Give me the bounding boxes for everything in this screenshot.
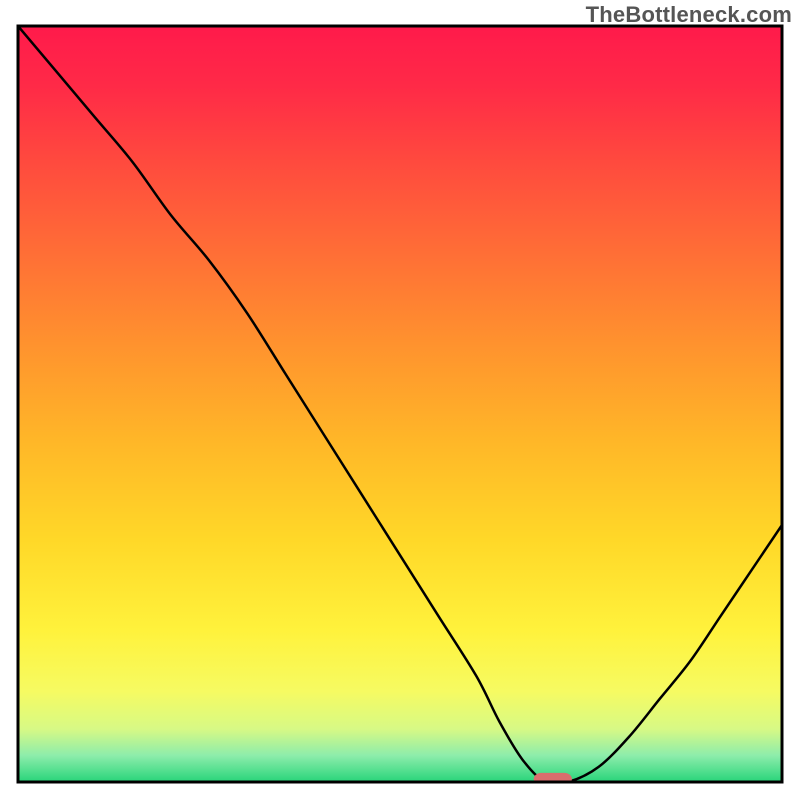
watermark-text: TheBottleneck.com [586,2,792,28]
chart-canvas [0,0,800,800]
bottleneck-chart: TheBottleneck.com [0,0,800,800]
gradient-background [18,26,782,782]
